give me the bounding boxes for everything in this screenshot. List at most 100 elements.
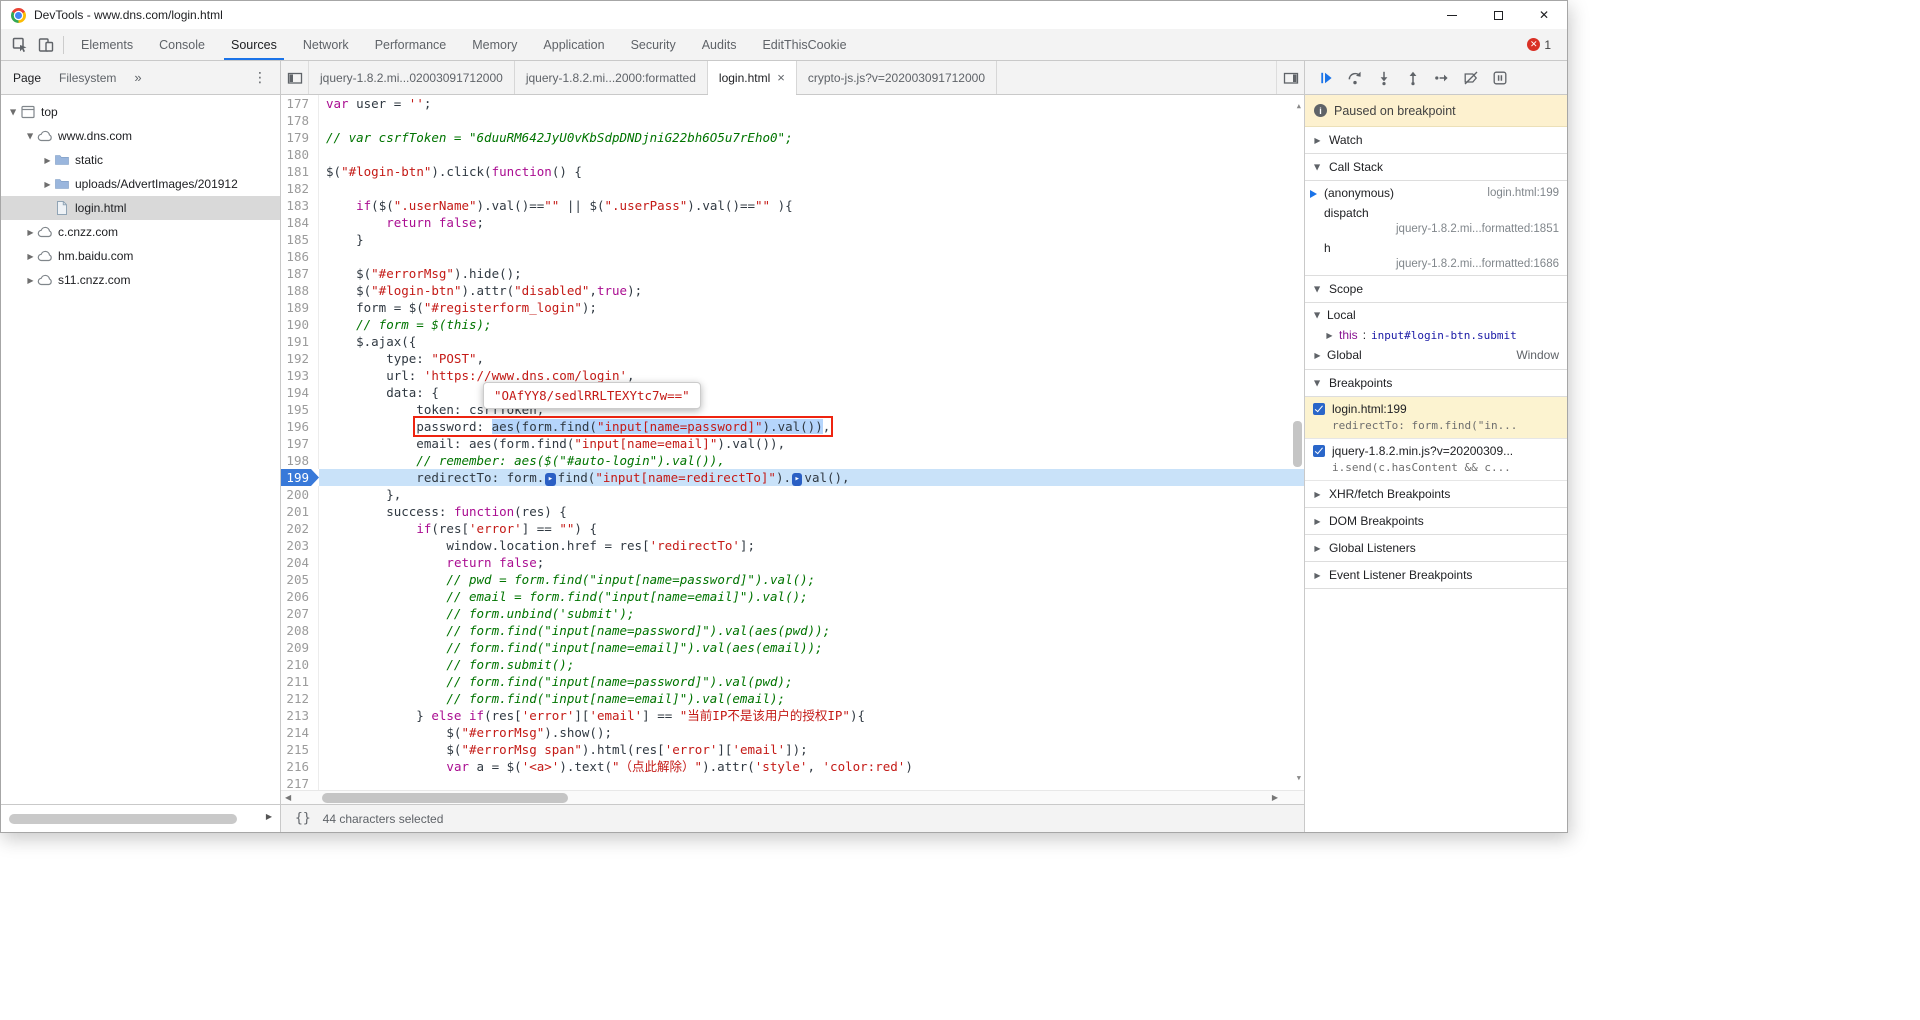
editor-tab-jquery-1-8-2-mi-2000-formatted[interactable]: jquery-1.8.2.mi...2000:formatted xyxy=(514,61,708,94)
step-icon[interactable] xyxy=(1429,65,1455,91)
line-content[interactable]: window.location.href = res['redirectTo']… xyxy=(319,537,1304,554)
line-content[interactable]: } xyxy=(319,231,1304,248)
navigator-tab-filesystem[interactable]: Filesystem xyxy=(59,71,116,85)
editor-tab-jquery-1-8-2-mi-02003091712000[interactable]: jquery-1.8.2.mi...02003091712000 xyxy=(309,61,515,94)
line-number[interactable]: 208 xyxy=(281,622,319,639)
tab-elements[interactable]: Elements xyxy=(68,29,146,60)
line-content[interactable]: // form.submit(); xyxy=(319,656,1304,673)
line-number[interactable]: 184 xyxy=(281,214,319,231)
line-number[interactable]: 193 xyxy=(281,367,319,384)
line-content[interactable]: // pwd = form.find("input[name=password]… xyxy=(319,571,1304,588)
horizontal-scrollbar[interactable]: ◀ ▶ xyxy=(281,790,1304,804)
line-content[interactable]: $("#errorMsg").hide(); xyxy=(319,265,1304,282)
section-event-listener-breakpoints[interactable]: ▶ Event Listener Breakpoints xyxy=(1305,562,1567,589)
navigator-tab-page[interactable]: Page xyxy=(13,71,41,85)
pause-on-exceptions-icon[interactable] xyxy=(1487,65,1513,91)
line-number[interactable]: 196 xyxy=(281,418,319,435)
section-global-listeners[interactable]: ▶ Global Listeners xyxy=(1305,535,1567,562)
step-out-icon[interactable] xyxy=(1400,65,1426,91)
line-content[interactable]: // form.find("input[name=password]").val… xyxy=(319,673,1304,690)
line-content[interactable] xyxy=(319,146,1304,163)
line-content[interactable]: // email = form.find("input[name=email]"… xyxy=(319,588,1304,605)
call-stack-frame[interactable]: h jquery-1.8.2.mi...formatted:1686 xyxy=(1305,238,1567,273)
line-number[interactable]: 198 xyxy=(281,452,319,469)
close-button[interactable]: ✕ xyxy=(1521,1,1567,29)
scroll-down-arrow-icon[interactable]: ▼ xyxy=(1297,770,1301,787)
tab-memory[interactable]: Memory xyxy=(459,29,530,60)
line-number[interactable]: 178 xyxy=(281,112,319,129)
step-over-icon[interactable] xyxy=(1342,65,1368,91)
line-content[interactable]: // form = $(this); xyxy=(319,316,1304,333)
line-content[interactable] xyxy=(319,180,1304,197)
line-number[interactable]: 211 xyxy=(281,673,319,690)
line-content[interactable]: return false; xyxy=(319,214,1304,231)
line-number[interactable]: 190 xyxy=(281,316,319,333)
line-content[interactable] xyxy=(319,775,1304,790)
line-content[interactable]: } else if(res['error']['email'] == "当前IP… xyxy=(319,707,1304,724)
line-number[interactable]: 209 xyxy=(281,639,319,656)
tab-sources[interactable]: Sources xyxy=(218,29,290,60)
line-content[interactable]: url: 'https://www.dns.com/login', xyxy=(319,367,1304,384)
line-number[interactable]: 201 xyxy=(281,503,319,520)
tree-item-c-cnzz-com[interactable]: ▶ c.cnzz.com xyxy=(1,220,280,244)
resume-icon[interactable] xyxy=(1313,65,1339,91)
scope-local[interactable]: ▶ Local xyxy=(1305,305,1567,325)
line-number[interactable]: 213 xyxy=(281,707,319,724)
line-content[interactable] xyxy=(319,248,1304,265)
line-content[interactable]: email: aes(form.find("input[name=email]"… xyxy=(319,435,1304,452)
line-number[interactable]: 212 xyxy=(281,690,319,707)
inspect-icon[interactable] xyxy=(7,32,33,58)
tab-console[interactable]: Console xyxy=(146,29,218,60)
section-xhr-fetch-breakpoints[interactable]: ▶ XHR/fetch Breakpoints xyxy=(1305,481,1567,508)
line-number[interactable]: 202 xyxy=(281,520,319,537)
line-number[interactable]: 181 xyxy=(281,163,319,180)
deactivate-breakpoints-icon[interactable] xyxy=(1458,65,1484,91)
toggle-navigator-icon[interactable] xyxy=(281,61,309,94)
line-content[interactable]: return false; xyxy=(319,554,1304,571)
line-content[interactable]: $("#errorMsg span").html(res['error']['e… xyxy=(319,741,1304,758)
line-number[interactable]: 192 xyxy=(281,350,319,367)
toggle-debugger-icon[interactable] xyxy=(1276,61,1304,94)
line-content[interactable]: // form.find("input[name=email]").val(em… xyxy=(319,690,1304,707)
line-number[interactable]: 214 xyxy=(281,724,319,741)
step-into-icon[interactable] xyxy=(1371,65,1397,91)
tab-security[interactable]: Security xyxy=(618,29,689,60)
scroll-right-arrow-icon[interactable]: ▶ xyxy=(1272,793,1278,802)
close-tab-icon[interactable]: × xyxy=(777,71,785,84)
overflow-tabs-icon[interactable]: » xyxy=(134,70,141,85)
line-number[interactable]: 216 xyxy=(281,758,319,775)
line-number[interactable]: 191 xyxy=(281,333,319,350)
line-number[interactable]: 188 xyxy=(281,282,319,299)
scroll-up-arrow-icon[interactable]: ▲ xyxy=(1297,98,1301,115)
line-content[interactable]: type: "POST", xyxy=(319,350,1304,367)
line-content[interactable]: token: csrfToken, xyxy=(319,401,1304,418)
line-number[interactable]: 186 xyxy=(281,248,319,265)
more-options-icon[interactable]: ⋮ xyxy=(253,69,268,86)
section-dom-breakpoints[interactable]: ▶ DOM Breakpoints xyxy=(1305,508,1567,535)
line-number[interactable]: 207 xyxy=(281,605,319,622)
line-number[interactable]: 179 xyxy=(281,129,319,146)
line-content[interactable]: if($(".userName").val()=="" || $(".userP… xyxy=(319,197,1304,214)
inline-step-marker-icon[interactable]: ▸ xyxy=(792,473,803,486)
tab-performance[interactable]: Performance xyxy=(362,29,460,60)
tree-item-static[interactable]: ▶ static xyxy=(1,148,280,172)
line-number[interactable]: 185 xyxy=(281,231,319,248)
line-number[interactable]: 200 xyxy=(281,486,319,503)
line-number[interactable]: 204 xyxy=(281,554,319,571)
line-content[interactable]: // form.find("input[name=email]").val(ae… xyxy=(319,639,1304,656)
line-number[interactable]: 180 xyxy=(281,146,319,163)
line-number[interactable]: 182 xyxy=(281,180,319,197)
line-content[interactable]: redirectTo: form. ▸ find("input[name=redir… xyxy=(319,469,1304,486)
scope-this[interactable]: ▶ this: input#login-btn.submit xyxy=(1305,325,1567,345)
section-breakpoints[interactable]: ▶ Breakpoints xyxy=(1305,370,1567,397)
line-content[interactable]: var a = $('<a>').text("（点此解除）").attr('st… xyxy=(319,758,1304,775)
line-number[interactable]: 203 xyxy=(281,537,319,554)
tree-item-hm-baidu-com[interactable]: ▶ hm.baidu.com xyxy=(1,244,280,268)
minimize-button[interactable] xyxy=(1429,1,1475,29)
scroll-left-arrow-icon[interactable]: ◀ xyxy=(285,793,291,802)
breakpoint-checkbox[interactable] xyxy=(1313,403,1325,415)
line-number[interactable]: 183 xyxy=(281,197,319,214)
tab-network[interactable]: Network xyxy=(290,29,362,60)
line-number[interactable]: 206 xyxy=(281,588,319,605)
line-content[interactable]: data: { xyxy=(319,384,1304,401)
